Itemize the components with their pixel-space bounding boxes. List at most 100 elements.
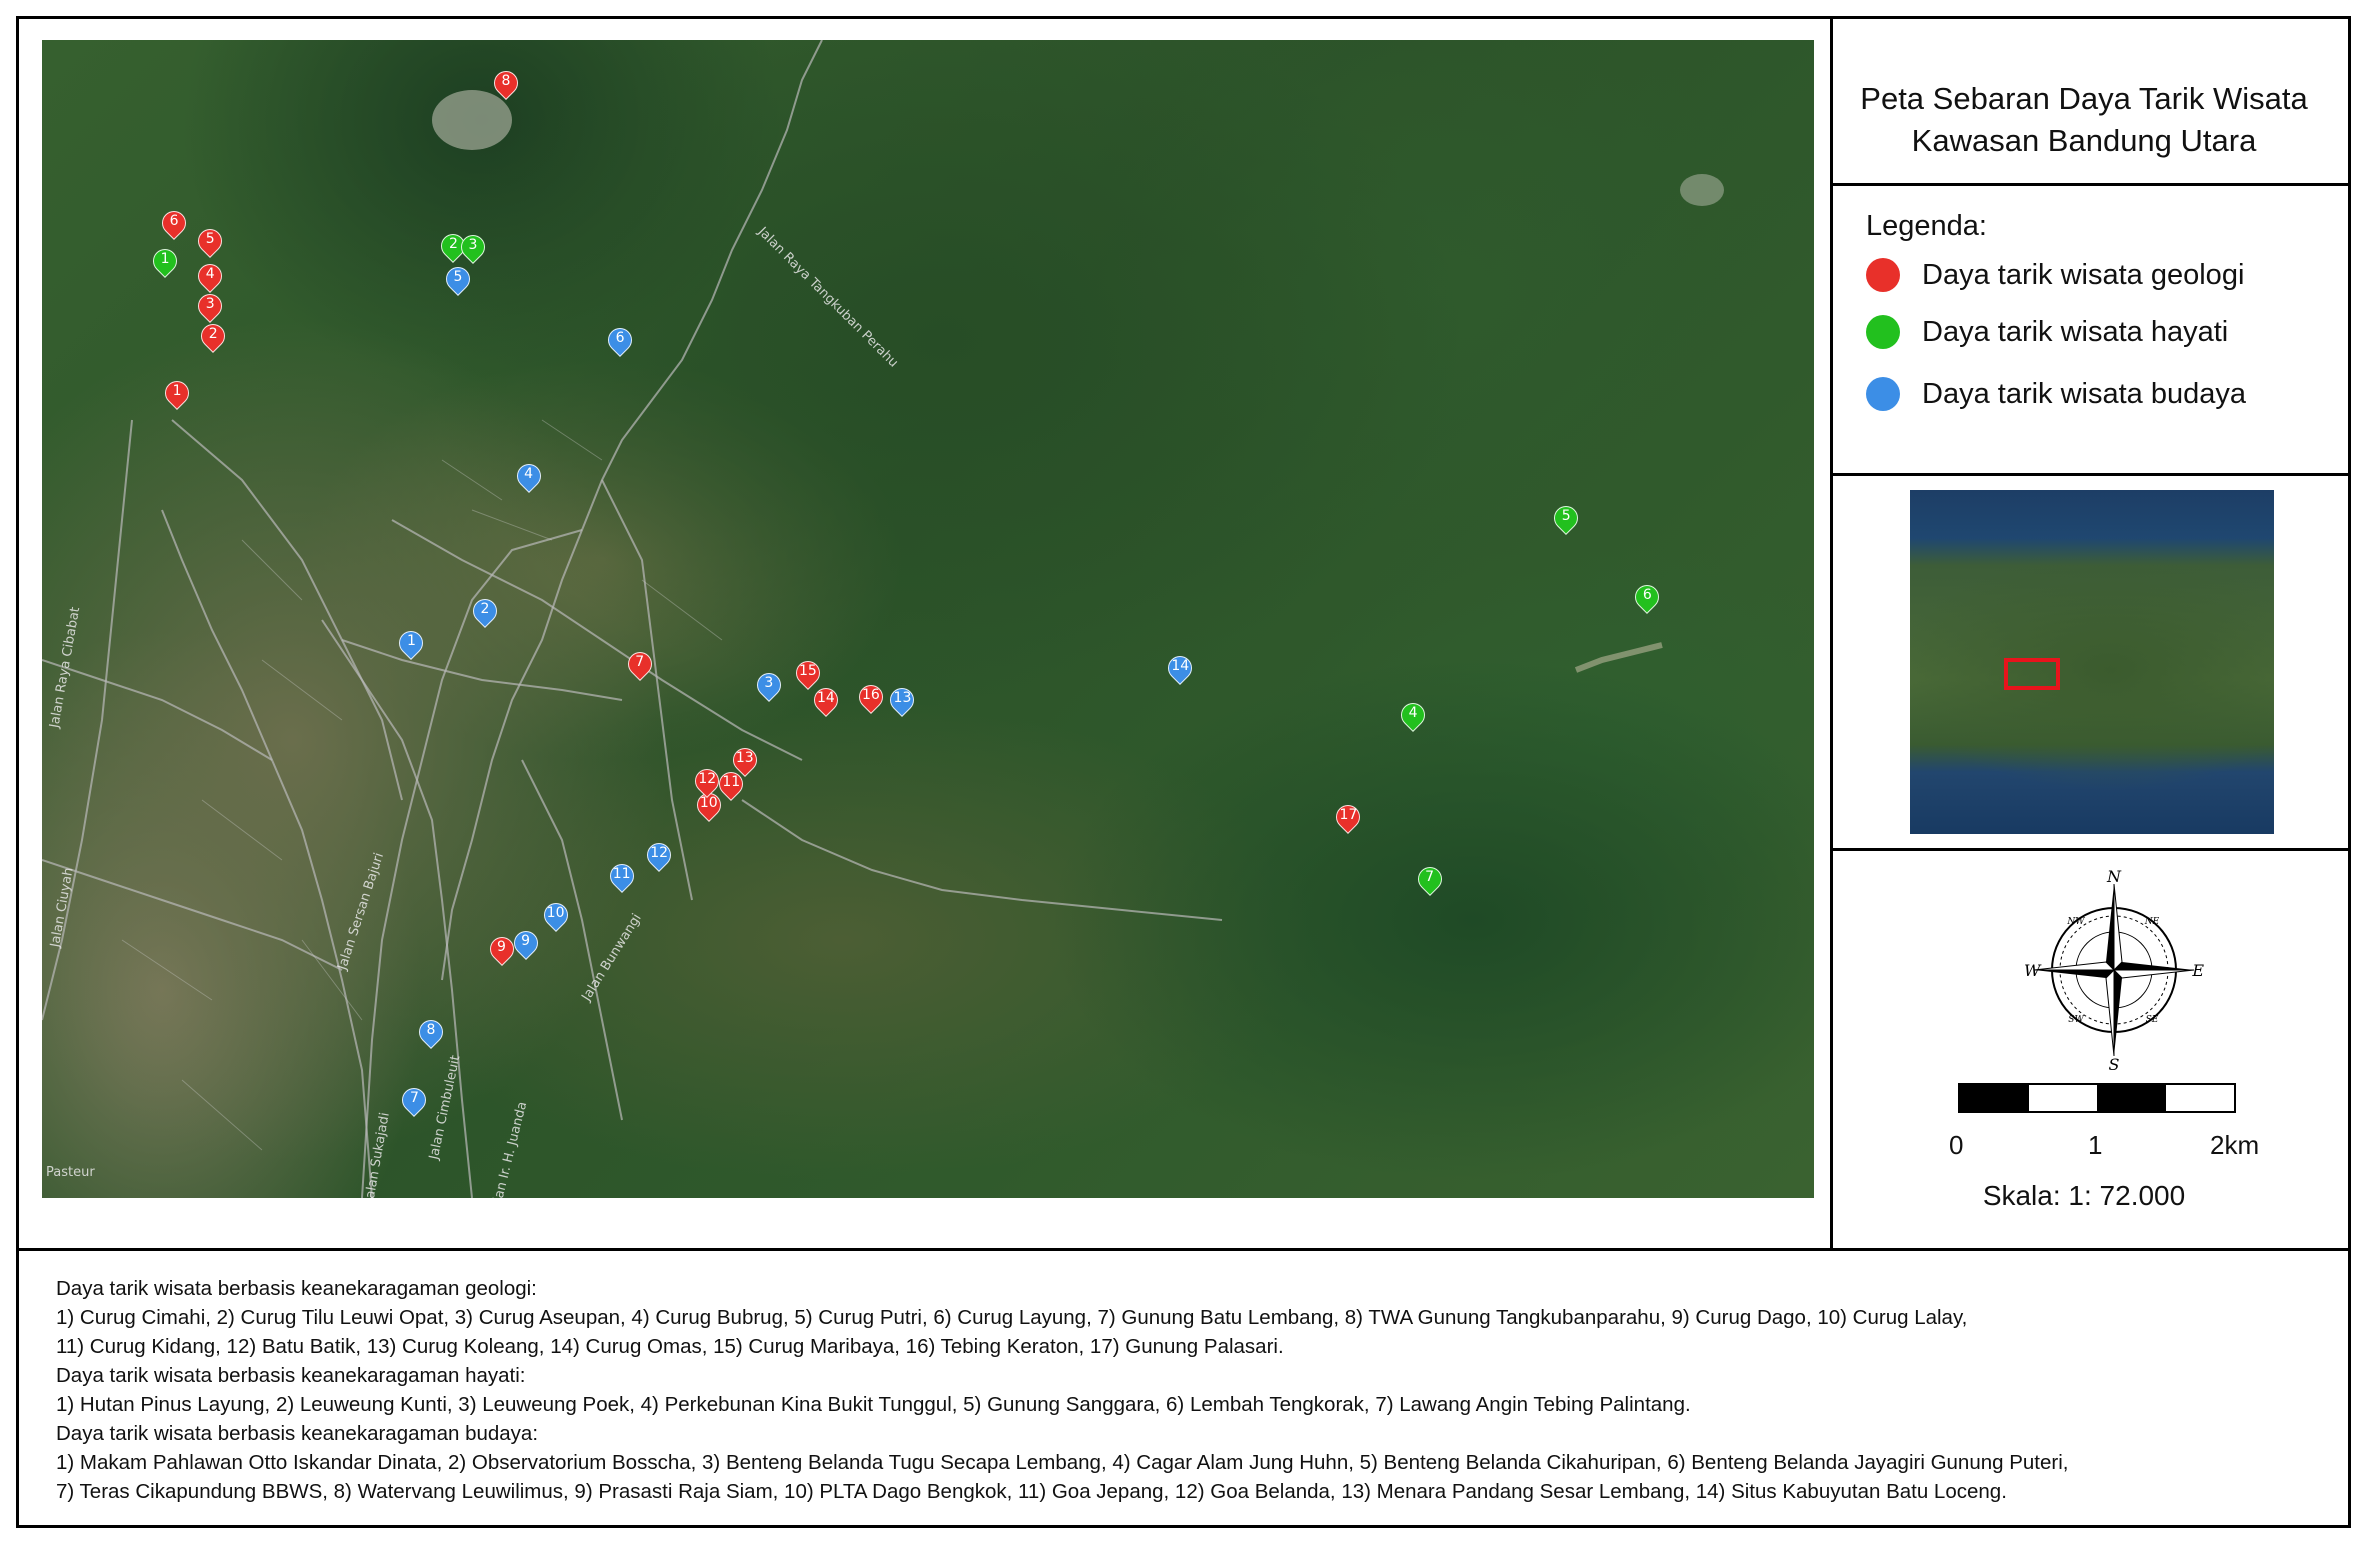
notes-budaya-line: 7) Teras Cikapundung BBWS, 8) Watervang … — [56, 1480, 2007, 1503]
inset-study-area-box — [2004, 658, 2060, 690]
marker-geologi-2[interactable]: 2 — [196, 318, 231, 358]
notes-geologi-line: 11) Curug Kidang, 12) Batu Batik, 13) Cu… — [56, 1335, 1284, 1358]
satellite-map[interactable]: Jalan Raya Tangkuban Perahu Jalan Sersan… — [42, 40, 1814, 1198]
marker-number: 9 — [497, 939, 506, 956]
map-title: Peta Sebaran Daya Tarik Wisata Kawasan B… — [1834, 78, 2334, 162]
notes-budaya-heading: Daya tarik wisata berbasis keanekaragama… — [56, 1422, 539, 1445]
legend-swatch — [1866, 258, 1900, 292]
marker-number: 12 — [698, 770, 717, 787]
marker-hayati-1[interactable]: 1 — [148, 243, 183, 283]
notes-budaya-line: 1) Makam Pahlawan Otto Iskandar Dinata, … — [56, 1451, 2069, 1474]
road-network — [42, 40, 1724, 1198]
marker-hayati-3[interactable]: 3 — [456, 230, 490, 269]
legend-swatch — [1866, 377, 1900, 411]
marker-number: 16 — [862, 686, 880, 703]
marker-number: 5 — [453, 268, 463, 285]
compass-sw: SW — [2068, 1015, 2084, 1025]
scale-label-2km: 2km — [2210, 1130, 2260, 1160]
marker-number: 3 — [205, 295, 215, 312]
marker-number: 10 — [546, 904, 565, 921]
divider-inset — [1830, 848, 2351, 851]
notes-hayati-line: 1) Hutan Pinus Layung, 2) Leuweung Kunti… — [56, 1393, 1691, 1416]
compass-se: SE — [2146, 1015, 2159, 1025]
marker-number: 1 — [160, 250, 170, 267]
marker-hayati-5[interactable]: 5 — [1549, 500, 1584, 540]
notes-geologi-heading: Daya tarik wisata berbasis keanekaragama… — [56, 1277, 537, 1300]
marker-budaya-8[interactable]: 8 — [413, 1015, 448, 1054]
notes-hayati-heading: Daya tarik wisata berbasis keanekaragama… — [56, 1364, 526, 1387]
marker-budaya-13[interactable]: 13 — [885, 682, 920, 722]
marker-hayati-4[interactable]: 4 — [1396, 697, 1431, 737]
marker-number: 6 — [1642, 587, 1652, 604]
compass-nw: NW — [2066, 917, 2085, 927]
marker-budaya-3[interactable]: 3 — [751, 667, 786, 707]
legend-swatch — [1866, 315, 1900, 349]
scale-label-0: 0 — [1949, 1130, 1964, 1160]
marker-number: 15 — [798, 662, 817, 679]
marker-number: 9 — [521, 933, 530, 950]
marker-budaya-2[interactable]: 2 — [468, 594, 502, 633]
marker-number: 2 — [480, 601, 490, 618]
marker-geologi-13[interactable]: 13 — [727, 742, 762, 782]
legend-item-hayati: Daya tarik wisata hayati — [1866, 312, 2228, 352]
marker-number: 11 — [612, 865, 631, 882]
marker-budaya-7[interactable]: 7 — [397, 1082, 432, 1122]
legend-label: Daya tarik wisata hayati — [1922, 315, 2229, 348]
marker-budaya-14[interactable]: 14 — [1163, 651, 1198, 690]
scale-bar — [1958, 1083, 2236, 1113]
compass-n: N — [2106, 870, 2122, 886]
marker-number: 4 — [1408, 704, 1418, 721]
inset-locator-map — [1910, 490, 2274, 834]
marker-budaya-12[interactable]: 12 — [642, 837, 677, 877]
marker-geologi-12[interactable]: 12 — [690, 763, 725, 803]
notes-geologi-line: 1) Curug Cimahi, 2) Curug Tilu Leuwi Opa… — [56, 1306, 1968, 1329]
legend-label: Daya tarik wisata budaya — [1922, 377, 2246, 410]
marker-number: 1 — [172, 382, 182, 399]
scale-ratio: Skala: 1: 72.000 — [1982, 1180, 2186, 1211]
marker-geologi-7[interactable]: 7 — [622, 646, 657, 686]
compass-e: E — [2191, 961, 2204, 980]
marker-budaya-6[interactable]: 6 — [603, 323, 638, 362]
marker-geologi-6[interactable]: 6 — [157, 206, 192, 245]
divider-bottom — [16, 1248, 2351, 1251]
marker-budaya-10[interactable]: 10 — [538, 897, 573, 937]
marker-number: 5 — [1561, 507, 1571, 524]
marker-geologi-5[interactable]: 5 — [193, 224, 228, 263]
marker-budaya-11[interactable]: 11 — [604, 858, 639, 898]
marker-number: 13 — [735, 749, 754, 766]
marker-number: 4 — [524, 465, 533, 482]
marker-budaya-9[interactable]: 9 — [508, 926, 543, 965]
marker-geologi-9[interactable]: 9 — [484, 932, 519, 971]
marker-number: 14 — [1171, 658, 1190, 675]
marker-number: 3 — [468, 237, 478, 254]
marker-hayati-6[interactable]: 6 — [1630, 580, 1665, 619]
marker-budaya-1[interactable]: 1 — [394, 625, 429, 665]
marker-number: 1 — [406, 632, 416, 649]
marker-number: 5 — [205, 231, 215, 248]
marker-budaya-4[interactable]: 4 — [511, 458, 546, 498]
marker-number: 2 — [208, 325, 218, 342]
marker-number: 17 — [1339, 807, 1358, 824]
legend-label: Daya tarik wisata geologi — [1922, 258, 2245, 291]
marker-budaya-5[interactable]: 5 — [440, 261, 475, 301]
map-title-line2: Kawasan Bandung Utara — [1911, 123, 2257, 158]
marker-number: 7 — [635, 653, 645, 670]
marker-geologi-1[interactable]: 1 — [160, 375, 195, 415]
marker-number: 12 — [650, 844, 669, 861]
marker-number: 6 — [169, 213, 179, 230]
marker-geologi-16[interactable]: 16 — [853, 679, 888, 719]
legend-heading: Legenda: — [1866, 210, 1987, 242]
marker-number: 3 — [764, 674, 774, 691]
marker-number: 4 — [205, 265, 215, 282]
marker-geologi-15[interactable]: 15 — [790, 655, 825, 695]
marker-geologi-3[interactable]: 3 — [193, 288, 228, 328]
road-label: Pasteur — [46, 1165, 95, 1180]
marker-number: 8 — [501, 73, 511, 90]
divider-vertical — [1830, 16, 1833, 1251]
marker-number: 13 — [893, 689, 912, 706]
marker-hayati-7[interactable]: 7 — [1412, 861, 1447, 901]
marker-geologi-8[interactable]: 8 — [489, 66, 523, 105]
marker-geologi-17[interactable]: 17 — [1331, 800, 1366, 839]
marker-geologi-4[interactable]: 4 — [193, 258, 228, 298]
scale-label-1: 1 — [2088, 1130, 2103, 1160]
